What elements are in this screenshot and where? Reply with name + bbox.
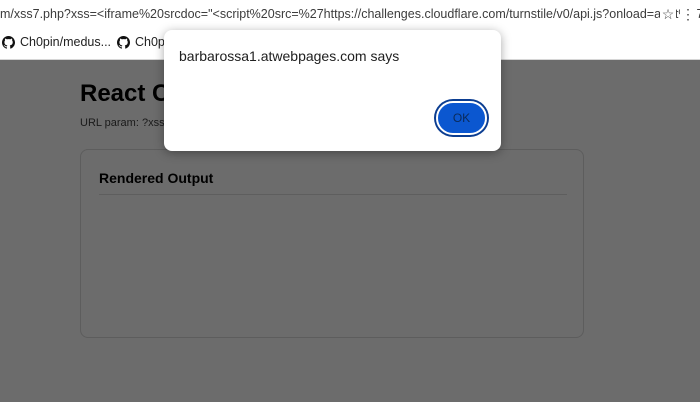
- ok-button[interactable]: OK: [436, 101, 487, 135]
- bookmark-label: Ch0pi: [135, 35, 168, 49]
- bookmark-label: Ch0pin/medus...: [20, 35, 112, 49]
- card-divider: [99, 194, 567, 195]
- github-icon: [117, 35, 130, 49]
- more-menu-icon[interactable]: ⋮: [680, 0, 696, 28]
- github-icon: [2, 35, 15, 49]
- rendered-output-card: Rendered Output: [80, 149, 584, 338]
- card-title: Rendered Output: [99, 170, 214, 186]
- url-param-text: URL param: ?xss=: [80, 117, 171, 129]
- address-bar[interactable]: m/xss7.php?xss=<iframe%20srcdoc="<script…: [0, 0, 700, 28]
- bookmark-star-icon[interactable]: ☆: [660, 0, 676, 28]
- address-bar-url[interactable]: m/xss7.php?xss=<iframe%20srcdoc="<script…: [0, 0, 700, 28]
- bookmark-item[interactable]: Ch0pin/medus...: [2, 31, 111, 53]
- alert-message: barbarossa1.atwebpages.com says: [179, 48, 400, 64]
- alert-dialog: barbarossa1.atwebpages.com says OK: [164, 30, 501, 151]
- page-title: React C: [80, 80, 170, 107]
- bookmark-item[interactable]: Ch0pi: [117, 31, 168, 53]
